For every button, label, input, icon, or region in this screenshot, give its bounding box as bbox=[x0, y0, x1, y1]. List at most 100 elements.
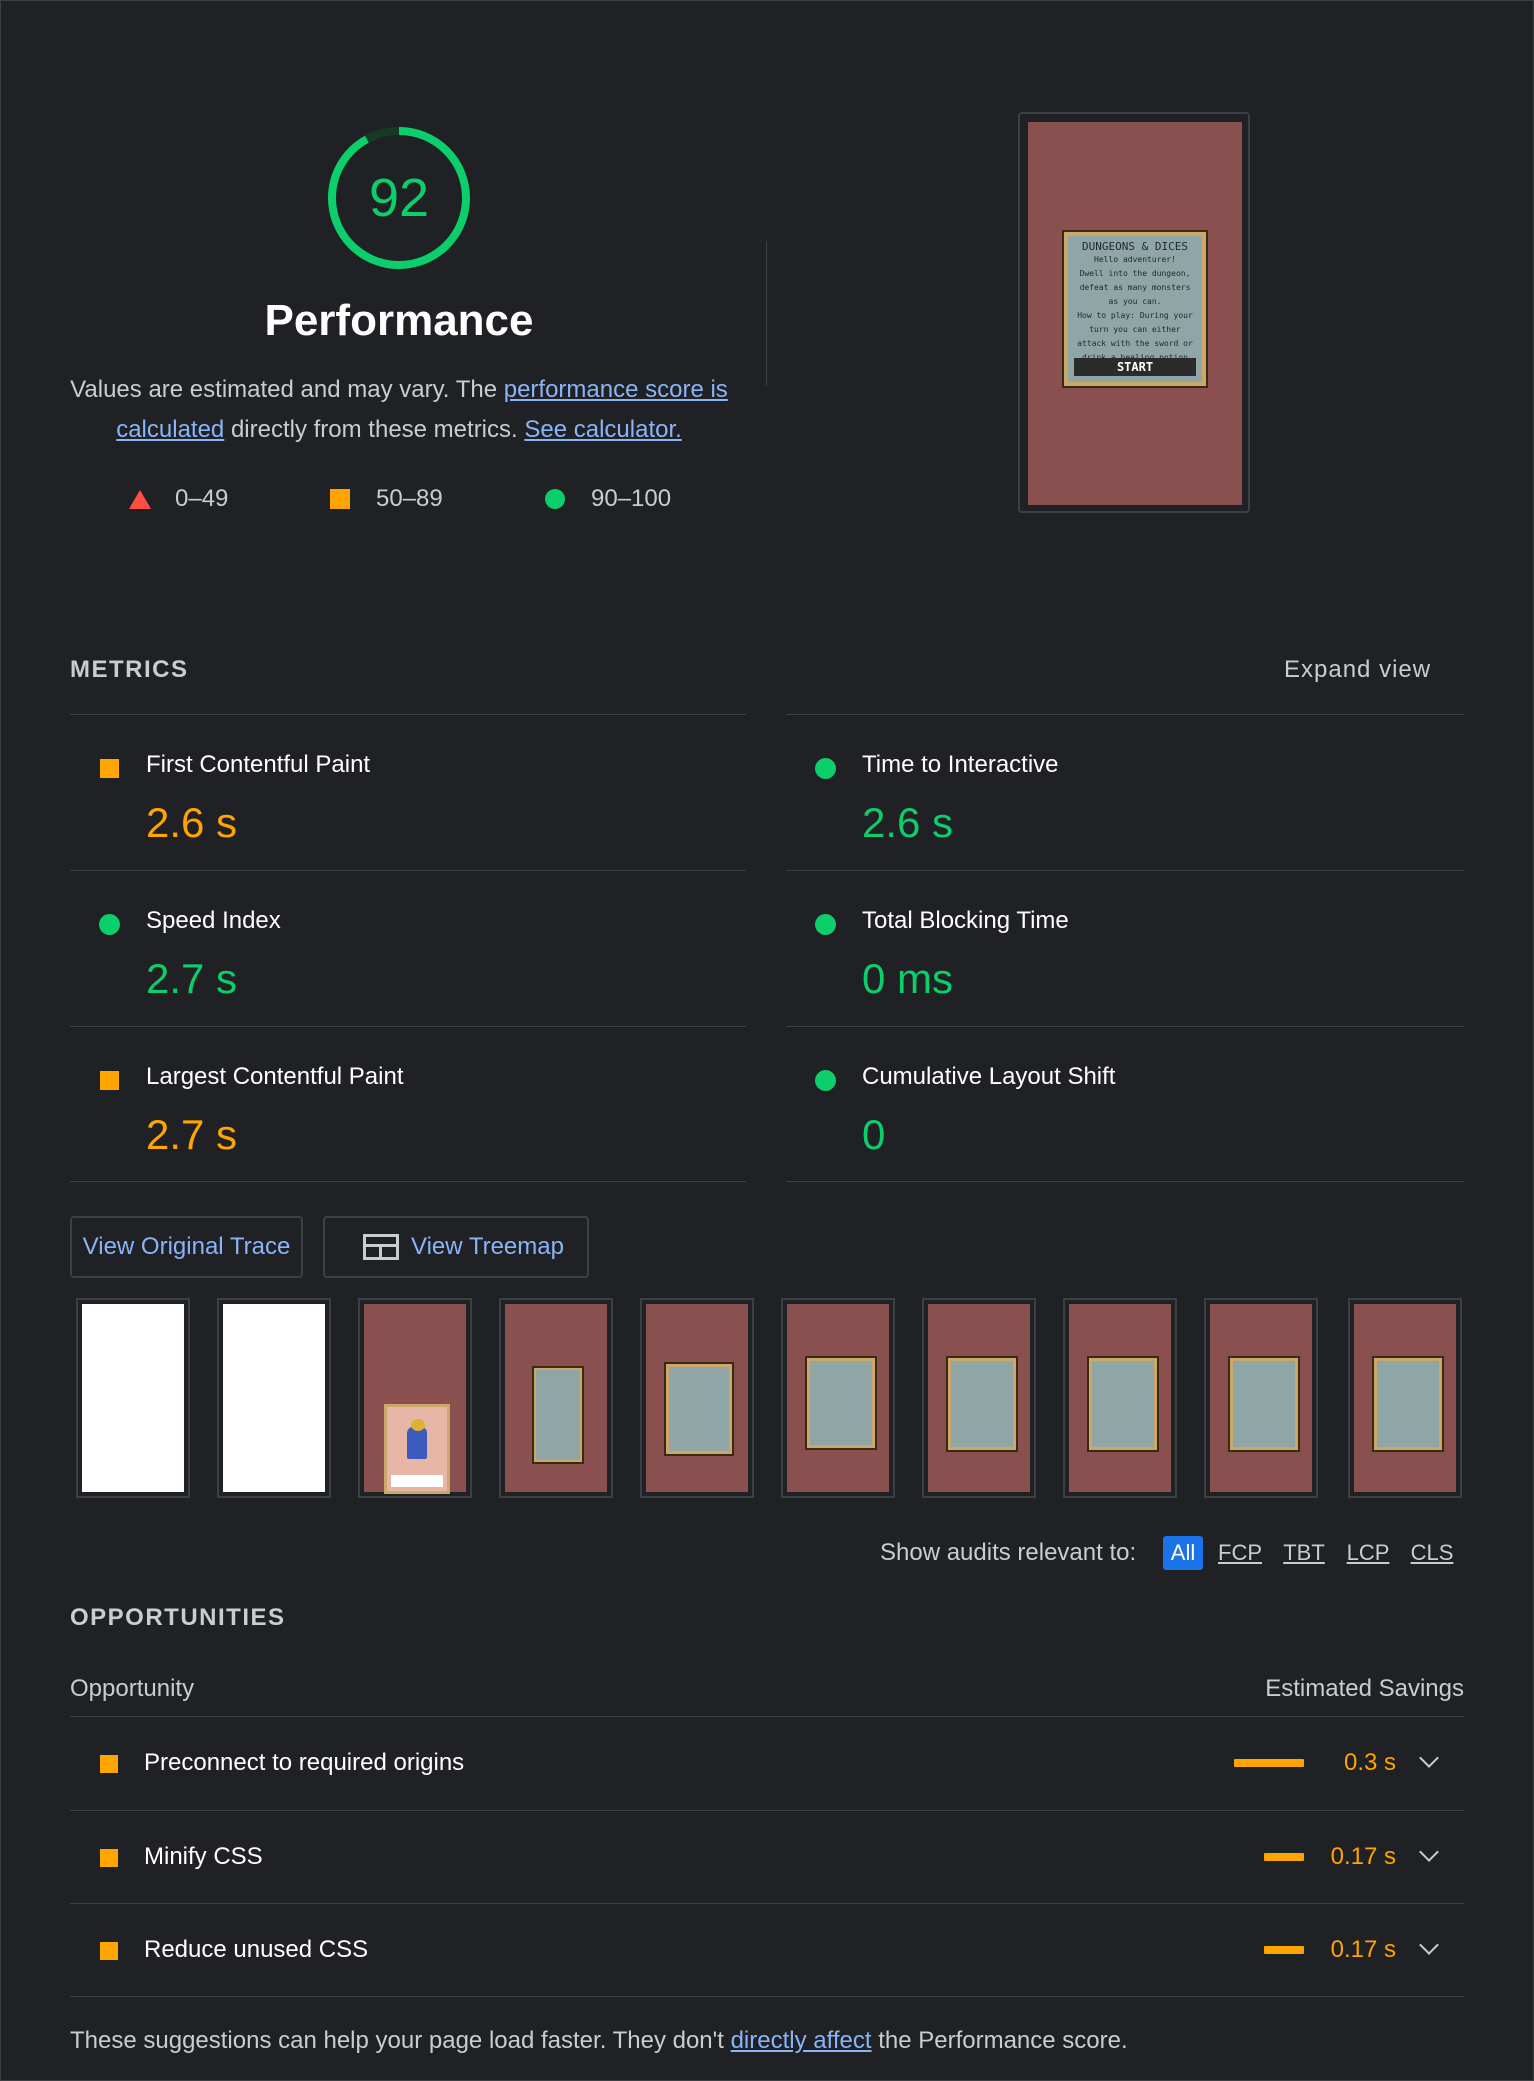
metric-value: 2.7 s bbox=[146, 1111, 238, 1158]
game-intro-card bbox=[1089, 1358, 1157, 1450]
metrics-section-label: METRICS bbox=[70, 656, 189, 683]
view-treemap-button[interactable]: View Treemap bbox=[323, 1216, 589, 1278]
view-original-trace-button[interactable]: View Original Trace bbox=[70, 1216, 303, 1278]
filmstrip-frame bbox=[1063, 1298, 1177, 1498]
metric-value: 2.6 s bbox=[862, 799, 954, 846]
scale-pass-label: 90–100 bbox=[591, 485, 672, 512]
filmstrip-frame bbox=[1348, 1298, 1462, 1498]
game-text-line: defeat as many monsters bbox=[1079, 283, 1191, 292]
opportunity-minify-css[interactable]: Minify CSS 0.17 s bbox=[70, 1811, 1464, 1904]
score-description: Values are estimated and may vary. The p… bbox=[70, 370, 728, 450]
metric-largest-contentful-paint: Largest Contentful Paint 2.7 s bbox=[70, 1027, 746, 1182]
pass-circle-icon bbox=[815, 914, 836, 935]
savings-value: 0.17 s bbox=[1330, 1843, 1396, 1870]
game-intro-card bbox=[807, 1358, 875, 1448]
game-text-line: turn you can either bbox=[1089, 325, 1181, 334]
average-square-icon bbox=[100, 1071, 119, 1090]
filter-chip-fcp[interactable]: FCP bbox=[1216, 1536, 1264, 1570]
opportunity-title: Reduce unused CSS bbox=[144, 1936, 369, 1963]
metric-name: Largest Contentful Paint bbox=[146, 1063, 404, 1090]
metric-name: Time to Interactive bbox=[862, 751, 1059, 778]
chevron-down-icon[interactable] bbox=[1419, 1935, 1439, 1955]
filter-chip-all[interactable]: All bbox=[1163, 1536, 1203, 1570]
opportunity-preconnect[interactable]: Preconnect to required origins 0.3 s bbox=[70, 1717, 1464, 1810]
average-square-icon bbox=[330, 489, 350, 509]
filmstrip-frame bbox=[1204, 1298, 1318, 1498]
game-text-line: Hello adventurer! bbox=[1094, 255, 1176, 264]
pass-circle-icon bbox=[815, 758, 836, 779]
metric-first-contentful-paint: First Contentful Paint 2.6 s bbox=[70, 715, 746, 870]
filmstrip-frame bbox=[781, 1298, 895, 1498]
filter-chip-tbt[interactable]: TBT bbox=[1280, 1536, 1328, 1570]
filmstrip-frame bbox=[76, 1298, 190, 1498]
metric-cumulative-layout-shift: Cumulative Layout Shift 0 bbox=[786, 1027, 1462, 1182]
filmstrip-frame bbox=[358, 1298, 472, 1498]
filmstrip-frame bbox=[640, 1298, 754, 1498]
filmstrip-frame bbox=[922, 1298, 1036, 1498]
opportunity-reduce-unused-css[interactable]: Reduce unused CSS 0.17 s bbox=[70, 1904, 1464, 1997]
savings-bar bbox=[1264, 1946, 1304, 1954]
savings-bar bbox=[1264, 1853, 1304, 1861]
score-value: 92 bbox=[368, 168, 430, 228]
pass-circle-icon bbox=[815, 1070, 836, 1091]
game-text-line: How to play: During your bbox=[1077, 311, 1193, 320]
header-divider bbox=[766, 241, 767, 386]
final-screenshot[interactable]: DUNGEONS & DICES Hello adventurer! Dwell… bbox=[1018, 112, 1250, 513]
scale-fail: 0–49 bbox=[129, 483, 228, 515]
metric-value: 0 ms bbox=[862, 955, 954, 1002]
expand-view-toggle[interactable]: Expand view bbox=[1284, 656, 1431, 684]
game-intro-card bbox=[948, 1358, 1016, 1450]
pass-circle-icon bbox=[99, 914, 120, 935]
savings-value: 0.17 s bbox=[1330, 1936, 1396, 1963]
desc-text-2: directly from these metrics. bbox=[224, 416, 525, 443]
game-start-button: START bbox=[1074, 358, 1196, 376]
metric-time-to-interactive: Time to Interactive 2.6 s bbox=[786, 715, 1462, 870]
screenshot-viewport: DUNGEONS & DICES Hello adventurer! Dwell… bbox=[1028, 122, 1242, 505]
game-text-line: as you can. bbox=[1108, 297, 1162, 306]
footer-text: These suggestions can help your page loa… bbox=[70, 2027, 731, 2054]
performance-score-gauge[interactable]: 92 bbox=[325, 124, 473, 272]
divider bbox=[70, 1181, 746, 1182]
game-intro-card bbox=[666, 1364, 732, 1454]
fail-triangle-icon bbox=[129, 489, 151, 509]
game-text-line: Dwell into the dungeon, bbox=[1079, 269, 1191, 278]
metric-name: First Contentful Paint bbox=[146, 751, 371, 778]
savings-value: 0.3 s bbox=[1343, 1749, 1396, 1776]
button-label: View Treemap bbox=[411, 1233, 564, 1260]
chevron-down-icon[interactable] bbox=[1419, 1748, 1439, 1768]
metric-name: Total Blocking Time bbox=[862, 907, 1069, 934]
pass-circle-icon bbox=[545, 489, 565, 509]
filter-chip-lcp[interactable]: LCP bbox=[1344, 1536, 1392, 1570]
game-title: DUNGEONS & DICES bbox=[1082, 240, 1188, 253]
savings-column-header: Estimated Savings bbox=[1265, 1675, 1464, 1702]
metric-value: 2.6 s bbox=[146, 799, 238, 846]
scale-pass: 90–100 bbox=[545, 483, 671, 515]
opportunity-column-header: Opportunity bbox=[70, 1675, 195, 1702]
game-intro-card bbox=[1230, 1358, 1298, 1450]
opportunity-title: Preconnect to required origins bbox=[144, 1749, 465, 1776]
game-intro-card: DUNGEONS & DICES Hello adventurer! Dwell… bbox=[1064, 232, 1206, 386]
scale-fail-label: 0–49 bbox=[175, 485, 229, 512]
opportunities-section-label: OPPORTUNITIES bbox=[70, 1604, 286, 1631]
average-square-icon bbox=[100, 1755, 118, 1773]
directly-affect-link[interactable]: directly affect bbox=[731, 2027, 872, 2054]
metric-value: 2.7 s bbox=[146, 955, 238, 1002]
chevron-down-icon[interactable] bbox=[1419, 1842, 1439, 1862]
divider bbox=[786, 1181, 1464, 1182]
metric-speed-index: Speed Index 2.7 s bbox=[70, 871, 746, 1026]
filmstrip-frame bbox=[217, 1298, 331, 1498]
divider bbox=[70, 1996, 1464, 1997]
metric-name: Speed Index bbox=[146, 907, 281, 934]
scale-average-label: 50–89 bbox=[376, 485, 443, 512]
filmstrip-frame bbox=[499, 1298, 613, 1498]
filter-chip-cls[interactable]: CLS bbox=[1408, 1536, 1456, 1570]
opportunity-title: Minify CSS bbox=[144, 1843, 263, 1870]
average-square-icon bbox=[100, 1849, 118, 1867]
see-calculator-link[interactable]: See calculator. bbox=[524, 416, 681, 443]
category-title: Performance bbox=[264, 296, 534, 345]
metric-name: Cumulative Layout Shift bbox=[862, 1063, 1116, 1090]
desc-text: Values are estimated and may vary. The bbox=[70, 376, 504, 403]
game-intro-card bbox=[534, 1368, 582, 1462]
savings-bar bbox=[1234, 1759, 1304, 1767]
loading-character-card bbox=[384, 1404, 450, 1494]
